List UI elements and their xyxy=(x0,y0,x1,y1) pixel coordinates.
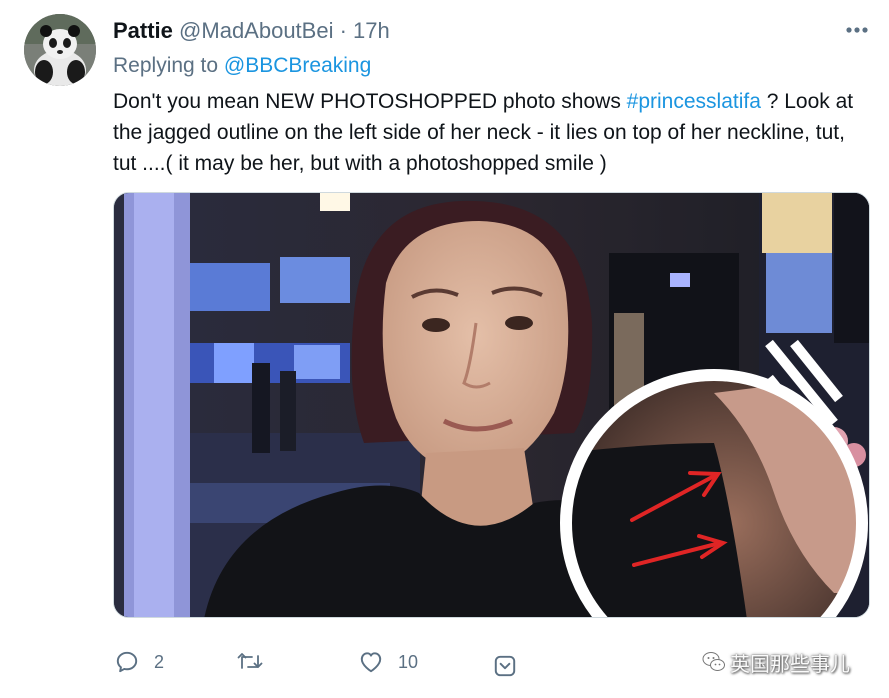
like-count: 10 xyxy=(398,651,419,672)
like-icon xyxy=(360,652,382,673)
retweet-button[interactable] xyxy=(236,649,278,675)
replying-to-line: Replying to @BBCBreaking xyxy=(113,53,371,79)
author-handle[interactable]: @MadAboutBei xyxy=(179,18,333,43)
panda-avatar-image xyxy=(24,14,96,86)
tweet-text-part1: Don't you mean NEW PHOTOSHOPPED photo sh… xyxy=(113,90,627,113)
avatar[interactable] xyxy=(24,14,96,86)
wechat-watermark: 英国那些事儿 xyxy=(702,647,850,677)
wechat-icon xyxy=(702,652,725,671)
like-button[interactable]: 10 xyxy=(358,649,418,675)
reply-icon xyxy=(116,651,138,673)
reply-button[interactable]: 2 xyxy=(114,649,164,675)
retweet-icon xyxy=(237,653,263,669)
share-button[interactable] xyxy=(492,653,518,679)
share-icon xyxy=(494,655,516,677)
tweet-photo[interactable] xyxy=(113,192,870,618)
more-icon xyxy=(846,27,868,33)
photo-image xyxy=(114,193,869,617)
replying-to-label: Replying to xyxy=(113,54,219,77)
author-name[interactable]: Pattie xyxy=(113,18,173,43)
more-options-button[interactable] xyxy=(842,20,872,40)
header-separator: · xyxy=(339,18,347,43)
tweet-text: Don't you mean NEW PHOTOSHOPPED photo sh… xyxy=(113,86,863,179)
reply-count: 2 xyxy=(154,651,165,672)
tweet-header: Pattie @MadAboutBei · 17h xyxy=(113,18,390,44)
reply-to-handle-link[interactable]: @BBCBreaking xyxy=(224,54,371,77)
watermark-text: 英国那些事儿 xyxy=(730,651,850,676)
tweet-timestamp[interactable]: 17h xyxy=(353,18,390,43)
hashtag-link[interactable]: #princesslatifa xyxy=(627,90,761,113)
